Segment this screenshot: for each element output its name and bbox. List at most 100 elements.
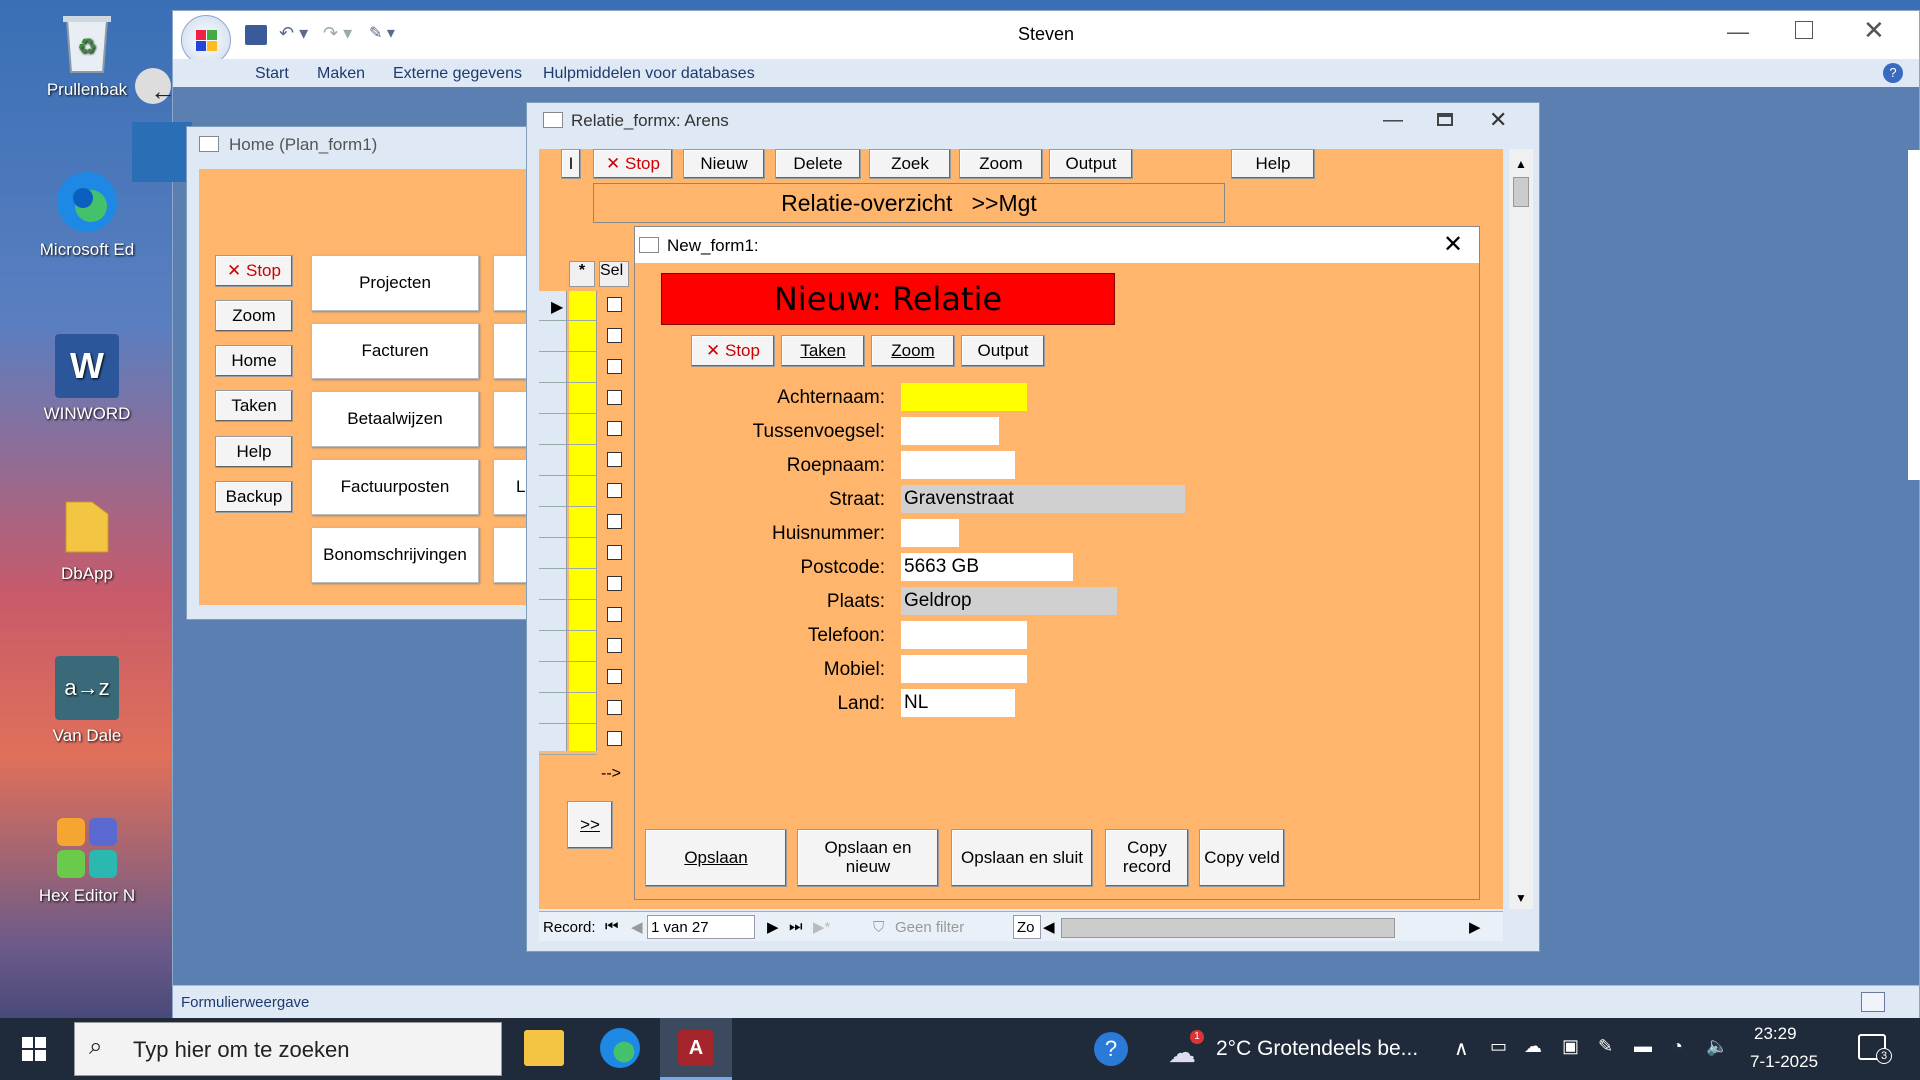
new-taken-button[interactable]: Taken	[781, 335, 865, 367]
tray-device-icon[interactable]: ▭	[1490, 1036, 1507, 1057]
record-number-field[interactable]: 1 van 27	[647, 915, 755, 939]
achternaam-field[interactable]	[901, 383, 1027, 411]
h-scroll-thumb[interactable]	[1061, 918, 1395, 938]
file-explorer-icon[interactable]	[524, 1030, 564, 1066]
scroll-down-icon[interactable]: ▼	[1515, 891, 1527, 905]
telefoon-field[interactable]	[901, 621, 1027, 649]
relatie-nieuw-button[interactable]: Nieuw	[683, 149, 765, 179]
tray-chevron-icon[interactable]: ∧	[1454, 1036, 1469, 1061]
desktop-icon-hex-editor[interactable]: Hex Editor N	[12, 816, 162, 906]
help-icon[interactable]: ?	[1883, 63, 1903, 83]
h-scroll-right-icon[interactable]: ▶	[1469, 918, 1481, 936]
desktop-icon-dbapp[interactable]: DbApp	[12, 494, 162, 584]
new-stop-button[interactable]: ✕ Stop	[691, 335, 775, 367]
sel-checkbox[interactable]	[607, 669, 622, 684]
plaats-field[interactable]: Geldrop	[901, 587, 1117, 615]
taskbar-search[interactable]: ⌕ Typ hier om te zoeken	[74, 1022, 502, 1076]
next-record-icon[interactable]: ▶	[767, 918, 779, 936]
desktop-icon-word[interactable]: W WINWORD	[12, 334, 162, 424]
scroll-thumb[interactable]	[1513, 177, 1529, 207]
clock-time[interactable]: 23:29	[1754, 1024, 1797, 1044]
opslaan-en-nieuw-button[interactable]: Opslaan en nieuw	[797, 829, 939, 887]
prev-record-icon[interactable]: ◀	[631, 918, 643, 936]
projecten-button[interactable]: Projecten	[311, 255, 479, 311]
home-backup-button[interactable]: Backup	[215, 481, 293, 513]
relatie-close-button[interactable]: ✕	[1489, 107, 1507, 133]
facturen-button[interactable]: Facturen	[311, 323, 479, 379]
tray-cloud-icon[interactable]: ☁	[1524, 1036, 1542, 1057]
tray-battery-icon[interactable]: ▬	[1634, 1036, 1652, 1057]
postcode-field[interactable]: 5663 GB	[901, 553, 1073, 581]
new-output-button[interactable]: Output	[961, 335, 1045, 367]
filter-status[interactable]: Geen filter	[895, 919, 964, 936]
edge-taskbar-icon[interactable]	[600, 1028, 640, 1068]
sel-checkbox[interactable]	[607, 576, 622, 591]
relatie-zoek-button[interactable]: Zoek	[869, 149, 951, 179]
tab-externe-gegevens[interactable]: Externe gegevens	[393, 65, 522, 83]
tussenvoegsel-field[interactable]	[901, 417, 999, 445]
home-stop-button[interactable]: ✕ Stop	[215, 255, 293, 287]
access-taskbar-button[interactable]: A	[660, 1018, 732, 1080]
vertical-scrollbar[interactable]: ▲ ▼	[1509, 149, 1533, 909]
weather-text[interactable]: 2°C Grotendeels be...	[1216, 1037, 1418, 1061]
copy-veld-button[interactable]: Copy veld	[1199, 829, 1285, 887]
copy-record-button[interactable]: Copy record	[1105, 829, 1189, 887]
record-selector-column[interactable]: ▶	[539, 291, 567, 751]
filter-icon[interactable]: ⛉	[873, 919, 884, 936]
notification-center-icon[interactable]: 3	[1858, 1034, 1892, 1064]
weather-icon[interactable]: ☁ 1	[1168, 1030, 1208, 1068]
bonomschrijvingen-button[interactable]: Bonomschrijvingen	[311, 527, 479, 583]
sel-checkbox[interactable]	[607, 483, 622, 498]
tab-maken[interactable]: Maken	[317, 65, 365, 83]
opslaan-en-sluit-button[interactable]: Opslaan en sluit	[951, 829, 1093, 887]
home-taken-button[interactable]: Taken	[215, 390, 293, 422]
opslaan-button[interactable]: Opslaan	[645, 829, 787, 887]
sel-checkbox[interactable]	[607, 638, 622, 653]
betaalwijzen-button[interactable]: Betaalwijzen	[311, 391, 479, 447]
back-arrow-icon[interactable]: ←	[150, 76, 176, 107]
minimize-button[interactable]: —	[1727, 19, 1749, 45]
sel-checkbox[interactable]	[607, 452, 622, 467]
relatie-i-button[interactable]: I	[561, 149, 581, 179]
h-scroll-left-icon[interactable]: ◀	[1043, 918, 1055, 936]
maximize-button[interactable]	[1795, 21, 1813, 39]
desktop-icon-edge[interactable]: Microsoft Ed	[12, 170, 162, 260]
new-form-close-button[interactable]: ✕	[1443, 230, 1463, 259]
sel-checkbox[interactable]	[607, 359, 622, 374]
sel-checkbox[interactable]	[607, 731, 622, 746]
more-button[interactable]: >>	[567, 801, 613, 849]
relatie-minimize-button[interactable]: —	[1383, 109, 1403, 132]
close-button[interactable]: ✕	[1863, 15, 1885, 46]
form-view-icon[interactable]	[1861, 992, 1885, 1012]
last-record-icon[interactable]: ⏭	[789, 918, 803, 935]
sel-checkbox[interactable]	[607, 421, 622, 436]
home-help-button[interactable]: Help	[215, 436, 293, 468]
roepnaam-field[interactable]	[901, 451, 1015, 479]
desktop-icon-van-dale[interactable]: a→z Van Dale	[12, 656, 162, 746]
tray-pen-icon[interactable]: ✎	[1598, 1036, 1613, 1057]
tray-display-icon[interactable]: ▣	[1562, 1036, 1579, 1057]
sel-checkbox[interactable]	[607, 545, 622, 560]
relatie-help-button[interactable]: Help	[1231, 149, 1315, 179]
nav-search-field[interactable]: Zo	[1013, 915, 1041, 939]
straat-field[interactable]: Gravenstraat	[901, 485, 1185, 513]
start-button[interactable]	[22, 1036, 46, 1061]
relatie-zoom-button[interactable]: Zoom	[959, 149, 1043, 179]
tray-wifi-icon[interactable]: ◔	[1672, 1036, 1683, 1057]
tab-hulpmiddelen[interactable]: Hulpmiddelen voor databases	[543, 65, 755, 83]
sel-checkbox[interactable]	[607, 390, 622, 405]
relatie-delete-button[interactable]: Delete	[775, 149, 861, 179]
home-zoom-button[interactable]: Zoom	[215, 300, 293, 332]
relatie-maximize-button[interactable]	[1437, 113, 1453, 126]
relatie-output-button[interactable]: Output	[1049, 149, 1133, 179]
help-taskbar-icon[interactable]: ?	[1094, 1032, 1128, 1066]
new-record-icon[interactable]: ▶*	[813, 918, 830, 936]
relatie-stop-button[interactable]: ✕ Stop	[593, 149, 673, 179]
sel-checkbox[interactable]	[607, 514, 622, 529]
sel-checkbox[interactable]	[607, 297, 622, 312]
sel-checkbox[interactable]	[607, 607, 622, 622]
huisnummer-field[interactable]	[901, 519, 959, 547]
land-field[interactable]: NL	[901, 689, 1015, 717]
home-home-button[interactable]: Home	[215, 345, 293, 377]
new-zoom-button[interactable]: Zoom	[871, 335, 955, 367]
